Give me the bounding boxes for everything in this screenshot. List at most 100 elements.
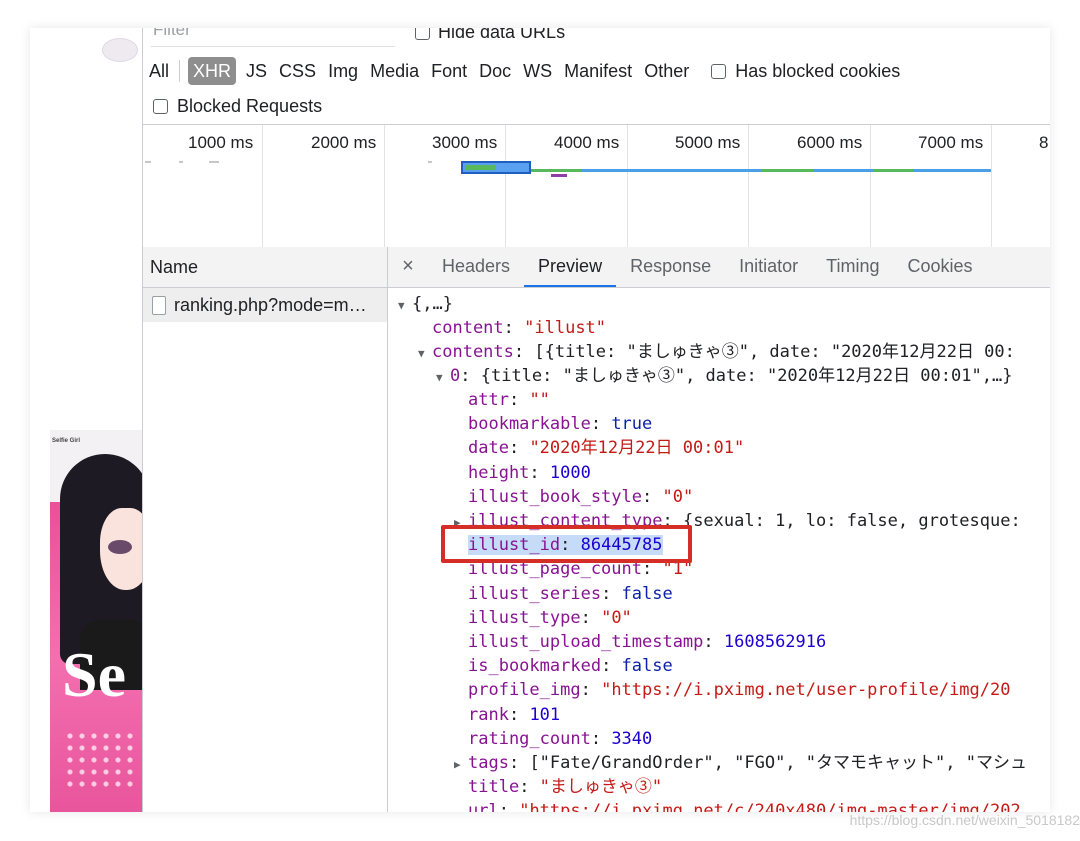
json-value: 1000: [549, 462, 591, 483]
type-filter-js[interactable]: JS: [240, 57, 273, 85]
timeline-gridline: [505, 125, 506, 247]
json-field: url: "https://i.pximg.net/c/240x480/img-…: [468, 801, 1021, 812]
json-value: [{title: "ましゅきゃ③", date: "2020年12月22日 00…: [534, 342, 1015, 362]
expanded-triangle-icon[interactable]: ▼: [398, 294, 412, 318]
has-blocked-cookies-label: Has blocked cookies: [735, 60, 901, 81]
type-filter-separator: [179, 60, 181, 82]
json-value: 1608562916: [723, 632, 827, 652]
json-value: {title: "ましゅきゃ③", date: "2020年12月22日 00:…: [480, 366, 1013, 386]
timeline-gridline: [991, 125, 992, 247]
close-icon[interactable]: ×: [388, 247, 428, 287]
json-field-line: height: 1000: [468, 461, 591, 485]
timeline-script-bar: [551, 174, 567, 177]
type-filter-xhr[interactable]: XHR: [188, 57, 237, 85]
artwork-dots: [64, 730, 134, 790]
blocked-requests-label: Blocked Requests: [177, 95, 323, 116]
tab-timing[interactable]: Timing: [812, 247, 893, 287]
request-detail-pane: × Headers Preview Response Initiator Tim…: [388, 247, 1050, 812]
timeline-tick: 6000 ms: [797, 133, 863, 152]
timeline-gridline: [627, 125, 628, 247]
timeline-tick: 3000 ms: [432, 133, 498, 152]
json-field: height: 1000: [468, 462, 591, 483]
json-root: {,…}: [412, 294, 453, 314]
request-row[interactable]: ranking.php?mode=m…: [143, 288, 387, 322]
json-field-line: illust_book_style: "0": [468, 485, 693, 509]
filter-placeholder: Filter: [153, 28, 191, 39]
json-field: attr: "": [468, 390, 550, 410]
json-value: 3340: [611, 728, 653, 749]
json-root-line[interactable]: ▼ {,…}: [398, 292, 453, 316]
json-key: illust_book_style: [468, 486, 642, 507]
json-line: content: "illust": [432, 318, 607, 338]
json-field: tags: ["Fate/GrandOrder", "FGO", "タマモキャッ…: [468, 753, 1027, 773]
tab-preview[interactable]: Preview: [524, 247, 617, 287]
document-icon: [152, 295, 166, 315]
json-key: contents: [432, 342, 514, 362]
filter-input[interactable]: Filter: [151, 28, 395, 47]
json-value: "2020年12月22日 00:01": [529, 438, 745, 459]
json-field-line: profile_img: "https://i.pximg.net/user-p…: [468, 678, 1010, 702]
json-field: bookmarkable: true: [468, 414, 653, 435]
json-field: title: "ましゅきゃ③": [468, 777, 663, 798]
json-field: illust_book_style: "0": [468, 486, 694, 507]
timeline-waiting-bar: [873, 169, 913, 172]
json-value: ["Fate/GrandOrder", "FGO", "タマモキャット", "マ…: [529, 753, 1027, 773]
json-line[interactable]: ▼ 0: {title: "ましゅきゃ③", date: "2020年12月22日…: [436, 364, 1012, 388]
json-key: is_bookmarked: [468, 656, 602, 677]
json-key: 0: [450, 366, 461, 386]
json-value: false: [621, 656, 673, 677]
json-field: is_bookmarked: false: [468, 656, 673, 677]
json-key: illust_type: [468, 607, 581, 628]
type-filter-css[interactable]: CSS: [273, 57, 322, 85]
json-line[interactable]: ▼ contents: [{title: "ましゅきゃ③", date: "202…: [418, 340, 1015, 364]
type-filter-media[interactable]: Media: [364, 57, 425, 85]
hide-data-urls-option[interactable]: Hide data URLs: [415, 28, 565, 43]
type-filter-img[interactable]: Img: [322, 57, 364, 85]
hide-data-urls-checkbox[interactable]: [415, 28, 430, 40]
resource-type-filters: All XHR JS CSS Img Media Font Doc WS Man…: [143, 56, 900, 86]
json-field: illust_type: "0": [468, 607, 632, 628]
has-blocked-cookies-checkbox[interactable]: [711, 63, 727, 79]
has-blocked-cookies-option[interactable]: Has blocked cookies: [711, 61, 900, 82]
expanded-triangle-icon[interactable]: ▼: [436, 366, 450, 390]
type-filter-ws[interactable]: WS: [517, 57, 558, 85]
type-filter-doc[interactable]: Doc: [473, 57, 517, 85]
tab-headers[interactable]: Headers: [428, 247, 524, 287]
json-key: illust_series: [468, 583, 602, 604]
watermark: https://blog.csdn.net/weixin_5018182: [849, 812, 1080, 828]
timeline-request-bar: [179, 161, 183, 163]
tab-response[interactable]: Response: [616, 247, 725, 287]
type-filter-font[interactable]: Font: [425, 57, 473, 85]
blocked-requests-option[interactable]: Blocked Requests: [153, 92, 322, 120]
json-value: "0": [662, 486, 694, 507]
name-column-header[interactable]: Name: [143, 247, 387, 288]
type-filter-all[interactable]: All: [143, 57, 175, 85]
type-filter-manifest[interactable]: Manifest: [558, 57, 638, 85]
artwork-thumbnail[interactable]: Selfie Girl Se: [50, 430, 142, 812]
json-key: title: [468, 777, 520, 798]
json-value: "": [529, 390, 550, 410]
json-field-line: bookmarkable: true: [468, 412, 652, 436]
json-key: url: [468, 801, 499, 812]
timeline-gridline: [870, 125, 871, 247]
page-avatar: [102, 38, 138, 62]
json-field: illust_upload_timestamp: 1608562916: [468, 632, 827, 652]
json-field-line[interactable]: ▶ tags: ["Fate/GrandOrder", "FGO", "タマモキャ…: [454, 751, 1027, 775]
json-field: illust_series: false: [468, 583, 673, 604]
json-field-line: rating_count: 3340: [468, 727, 652, 751]
collapsed-triangle-icon[interactable]: ▶: [454, 753, 468, 777]
json-key: date: [468, 438, 509, 459]
type-filter-other[interactable]: Other: [638, 57, 695, 85]
timeline-overview[interactable]: 1000 ms 2000 ms 3000 ms 4000 ms 5000 ms …: [143, 124, 1050, 248]
screenshot-frame: Selfie Girl Se Filter Hide data URLs All…: [30, 28, 1050, 812]
tab-initiator[interactable]: Initiator: [725, 247, 812, 287]
expanded-triangle-icon[interactable]: ▼: [418, 342, 432, 366]
artwork-cover-title: Selfie Girl: [52, 438, 81, 444]
timeline-tick: 1000 ms: [188, 133, 254, 152]
web-page-area: Selfie Girl Se: [30, 28, 142, 812]
tab-cookies[interactable]: Cookies: [894, 247, 987, 287]
timeline-waiting-bar: [761, 169, 813, 172]
hide-data-urls-label: Hide data URLs: [438, 28, 566, 42]
json-field-line: rank: 101: [468, 703, 560, 727]
blocked-requests-checkbox[interactable]: [153, 98, 168, 114]
